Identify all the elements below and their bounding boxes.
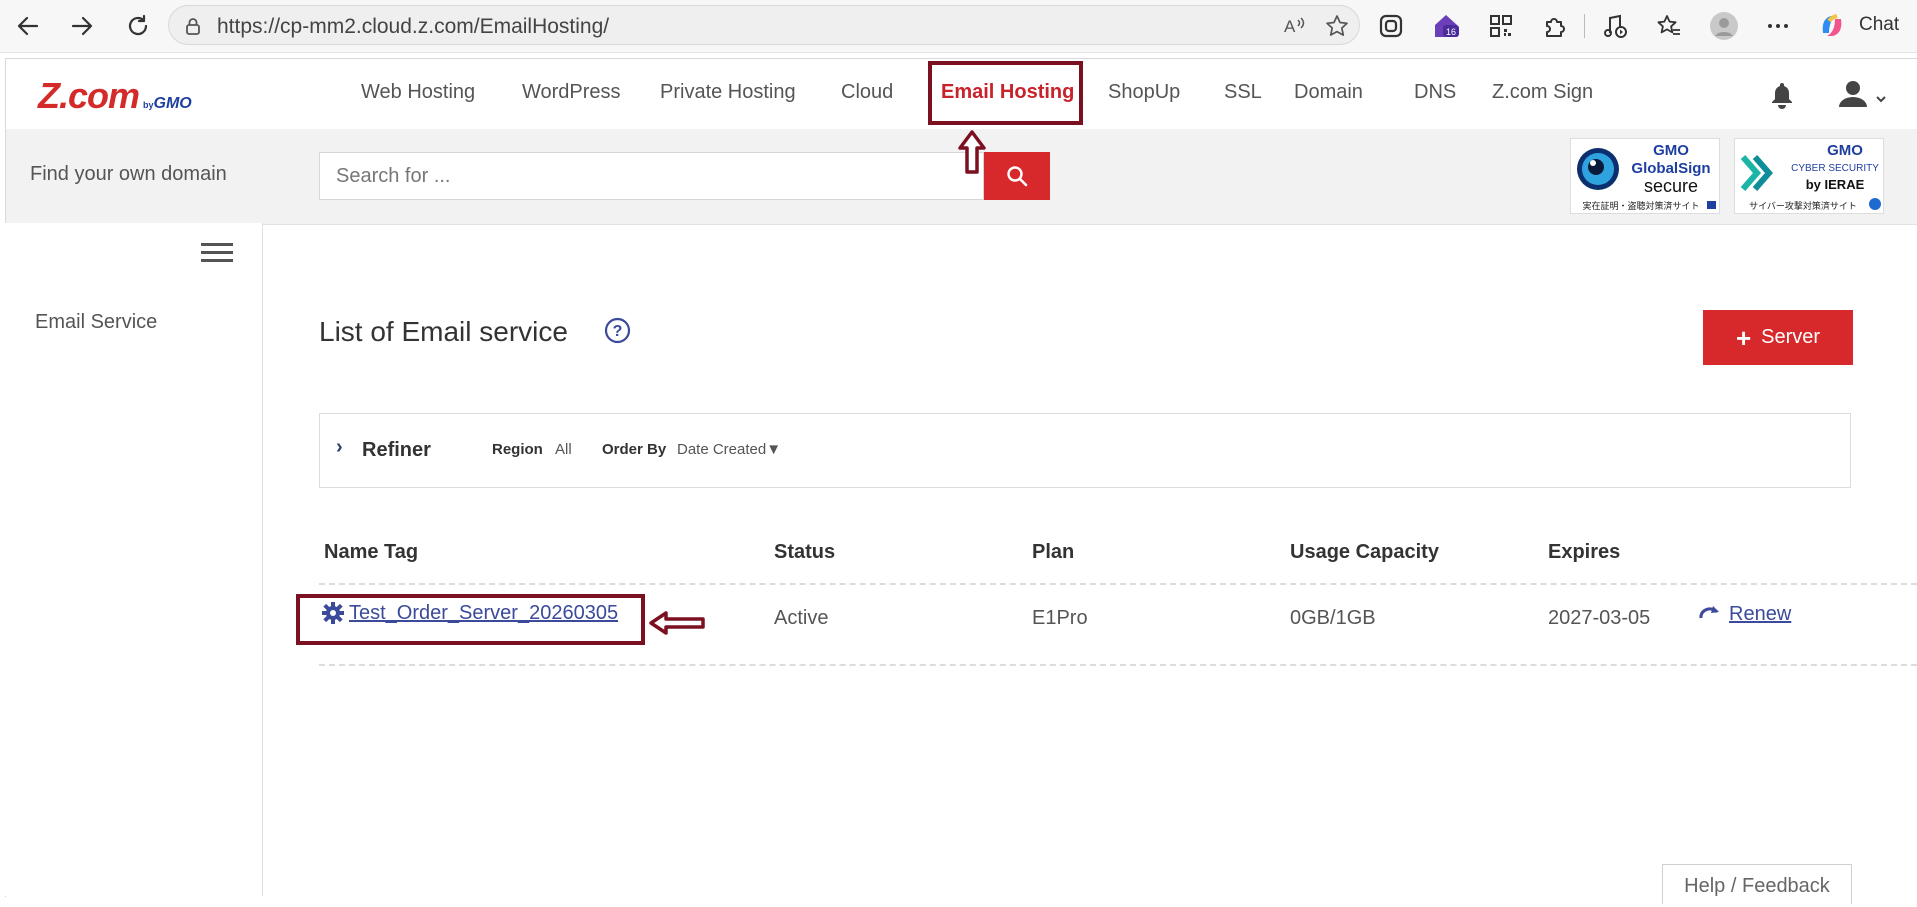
usage-cell: 0GB/1GB <box>1290 607 1376 629</box>
renew-link[interactable]: Renew <box>1697 603 1791 626</box>
cybersecurity-line1: CYBER SECURITY <box>1791 163 1879 174</box>
search-icon <box>1007 166 1028 187</box>
copilot-icon[interactable] <box>1817 11 1847 41</box>
profile-icon[interactable] <box>1709 11 1739 41</box>
lock-icon[interactable] <box>181 14 205 38</box>
back-icon[interactable] <box>12 10 44 42</box>
svg-text:A: A <box>1284 17 1296 36</box>
qr-icon[interactable] <box>1486 11 1516 41</box>
plus-icon: + <box>1735 322 1752 353</box>
nav-cloud[interactable]: Cloud <box>841 81 893 104</box>
renew-icon <box>1699 605 1719 618</box>
nav-dns[interactable]: DNS <box>1414 81 1456 104</box>
expires-cell: 2027-03-05 <box>1548 607 1651 629</box>
puzzle-icon[interactable] <box>1540 11 1570 41</box>
add-server-button[interactable]: + Server <box>1703 310 1853 365</box>
refiner-panel: › Refiner Region All Order By Date Creat… <box>319 413 1851 488</box>
find-domain-label: Find your own domain <box>30 163 227 185</box>
favorites-icon[interactable] <box>1654 11 1684 41</box>
logo-gmo: GMO <box>153 95 192 112</box>
chat-label[interactable]: Chat <box>1859 14 1899 36</box>
status-cell: Active <box>774 607 829 629</box>
annotation-left-arrow-icon <box>649 611 705 635</box>
browser-toolbar: https://cp-mm2.cloud.z.com/EmailHosting/… <box>0 0 1917 53</box>
row-divider <box>319 583 1917 585</box>
globalsign-line2: secure <box>1644 176 1698 196</box>
help-feedback-button[interactable]: Help / Feedback <box>1662 864 1852 904</box>
svg-text:?: ? <box>613 323 623 340</box>
refresh-icon[interactable] <box>122 10 154 42</box>
region-value[interactable]: All <box>555 441 572 458</box>
plan-cell: E1Pro <box>1032 607 1088 629</box>
logo-by: by <box>143 100 154 110</box>
cybersecurity-brand: GMO <box>1827 142 1863 159</box>
logo-main: Z.com <box>38 75 140 116</box>
globalsign-brand: GMO <box>1653 142 1689 159</box>
add-server-label: Server <box>1761 326 1821 348</box>
nav-domain[interactable]: Domain <box>1294 81 1363 104</box>
col-header-usage: Usage Capacity <box>1290 541 1439 563</box>
order-by-select[interactable]: Date Created▼ <box>677 441 781 458</box>
globalsign-line1: GlobalSign <box>1631 160 1710 177</box>
notification-bell-icon[interactable] <box>1769 81 1795 114</box>
cybersecurity-badge[interactable]: GMO CYBER SECURITY by IERAE サイバー攻撃対策済サイト <box>1734 138 1884 214</box>
url-text[interactable]: https://cp-mm2.cloud.z.com/EmailHosting/ <box>217 15 609 39</box>
media-icon[interactable] <box>1600 11 1630 41</box>
sidebar: Email Service <box>5 223 263 896</box>
col-header-name-tag: Name Tag <box>324 541 419 563</box>
address-bar[interactable]: https://cp-mm2.cloud.z.com/EmailHosting/… <box>168 5 1360 45</box>
search-button[interactable] <box>984 152 1050 200</box>
globalsign-caption: 実在証明・盗聴対策済サイト <box>1582 200 1699 212</box>
nav-wordpress[interactable]: WordPress <box>522 81 621 104</box>
user-menu-icon[interactable] <box>1839 79 1887 114</box>
nav-private-hosting[interactable]: Private Hosting <box>660 81 796 104</box>
refiner-title[interactable]: Refiner <box>362 439 431 462</box>
annotation-up-arrow-icon <box>958 130 986 174</box>
zcom-logo[interactable]: Z.com by GMO <box>38 75 192 117</box>
page-title: List of Email service <box>319 316 568 347</box>
extension-icon[interactable] <box>1376 11 1406 41</box>
forward-icon[interactable] <box>66 10 98 42</box>
help-icon[interactable]: ? <box>604 317 631 349</box>
nav-shopup[interactable]: ShopUp <box>1108 81 1180 104</box>
order-by-label: Order By <box>602 441 667 458</box>
col-header-plan: Plan <box>1032 541 1075 563</box>
annotation-box-row <box>296 594 645 645</box>
col-header-expires: Expires <box>1548 541 1621 563</box>
nav-ssl[interactable]: SSL <box>1224 81 1262 104</box>
read-aloud-icon[interactable]: A <box>1283 14 1307 38</box>
more-icon[interactable] <box>1763 11 1793 41</box>
row-divider <box>319 664 1917 666</box>
nav-zcom-sign[interactable]: Z.com Sign <box>1492 81 1593 104</box>
favorite-star-icon[interactable] <box>1325 14 1349 38</box>
chevron-right-icon[interactable]: › <box>336 436 343 459</box>
sidebar-item-email-service[interactable]: Email Service <box>35 311 157 334</box>
annotation-box-nav <box>928 61 1083 125</box>
col-header-status: Status <box>774 541 836 563</box>
hamburger-menu-icon[interactable] <box>201 243 233 267</box>
nav-web-hosting[interactable]: Web Hosting <box>361 81 475 104</box>
svg-text:16: 16 <box>1446 27 1456 37</box>
region-label: Region <box>492 441 543 458</box>
cybersecurity-line2: by IERAE <box>1806 177 1865 192</box>
domain-search-input[interactable] <box>319 152 984 200</box>
renew-text: Renew <box>1729 603 1792 625</box>
extension-badge-icon[interactable]: 16 <box>1431 11 1461 41</box>
cybersecurity-caption: サイバー攻撃対策済サイト <box>1749 200 1857 212</box>
toolbar-divider <box>1584 14 1585 38</box>
globalsign-badge[interactable]: GMO GlobalSign secure 実在証明・盗聴対策済サイト <box>1570 138 1720 214</box>
